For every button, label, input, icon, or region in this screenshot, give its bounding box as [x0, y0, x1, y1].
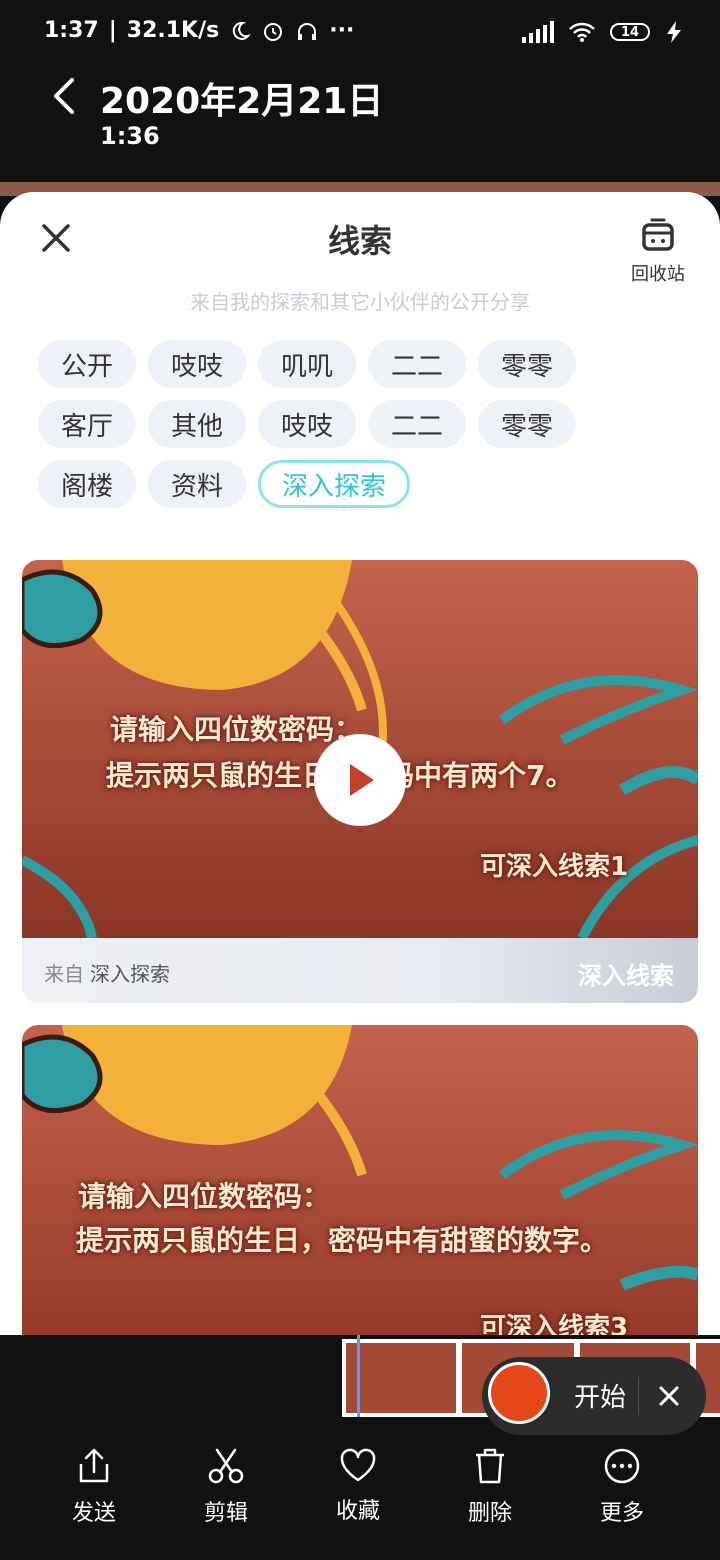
card-footer: 来自 深入探索 深入线索	[22, 938, 698, 1003]
close-icon[interactable]	[654, 1381, 684, 1411]
status-time: 1:37	[44, 18, 99, 43]
chip-filter-active[interactable]: 深入探索	[258, 460, 410, 508]
record-start-label[interactable]: 开始	[574, 1377, 626, 1414]
moon-icon	[233, 21, 252, 40]
edit-button[interactable]: 剪辑	[160, 1447, 292, 1527]
chip-filter[interactable]: 零零	[478, 340, 576, 388]
chip-filter[interactable]: 叽叽	[258, 340, 356, 388]
more-button[interactable]: 更多	[556, 1447, 688, 1527]
favorite-label: 收藏	[335, 1499, 380, 1524]
filter-chips: 公开 吱吱 叽叽 二二 零零 客厅 其他 吱吱 二二 零零 阁楼 资料 深入探索	[38, 340, 688, 520]
trash-icon	[476, 1448, 504, 1484]
clue-tag: 可深入线索3	[480, 1313, 629, 1335]
header: 2020年2月21日 1:36	[0, 66, 720, 182]
clue-text-line1: 请输入四位数密码：	[78, 1180, 331, 1213]
chip-filter[interactable]: 其他	[148, 400, 246, 448]
chip-filter[interactable]: 零零	[478, 400, 576, 448]
page-subtitle: 1:36	[100, 122, 160, 150]
delete-button[interactable]: 删除	[424, 1447, 556, 1527]
sheet-title: 线索	[327, 222, 392, 260]
record-button[interactable]	[488, 1362, 550, 1424]
wifi-icon	[569, 22, 595, 42]
chip-filter[interactable]: 吱吱	[148, 340, 246, 388]
send-label: 发送	[71, 1501, 116, 1526]
sheet-subtitle: 来自我的探索和其它小伙伴的公开分享	[190, 290, 530, 314]
recycle-bin-button[interactable]: 回收站	[628, 216, 688, 286]
play-icon	[350, 764, 374, 796]
bottom-toolbar-area: 开始 发送 剪辑 收藏 删除 更多	[0, 1335, 720, 1560]
headphones-icon	[298, 22, 317, 40]
chip-filter[interactable]: 吱吱	[258, 400, 356, 448]
clue-text-line2: 提示两只鼠的生日，密码中有甜蜜的数字。	[76, 1224, 609, 1257]
status-bar: 1:37 | 32.1K/s ··· 14	[0, 0, 720, 66]
chip-filter[interactable]: 阁楼	[38, 460, 136, 508]
clue-card[interactable]: 请输入四位数密码： 提示两只鼠的生日，密码中有甜蜜的数字。 可深入线索3	[22, 1025, 698, 1335]
signal-icon	[522, 21, 554, 43]
clue-source: 来自 深入探索	[44, 962, 170, 986]
recycle-bin-icon	[642, 218, 674, 251]
delete-label: 删除	[467, 1501, 512, 1526]
thumbnail[interactable]	[346, 1343, 456, 1413]
clue-card[interactable]: 请输入四位数密码： 提示两只鼠的生日，密码中有两个7。 可深入线索1 来自深入探…	[22, 560, 698, 1003]
chip-filter[interactable]: 二二	[368, 400, 466, 448]
more-icon	[604, 1448, 640, 1484]
toolbar: 发送 剪辑 收藏 删除 更多	[0, 1447, 720, 1527]
charging-icon	[667, 21, 681, 43]
screen-recorder: 开始	[482, 1357, 706, 1435]
play-button[interactable]	[314, 734, 406, 826]
timeline-marker[interactable]	[357, 1335, 360, 1417]
edit-label: 剪辑	[203, 1501, 248, 1526]
network-speed: 32.1K/s	[126, 18, 220, 43]
back-arrow-icon[interactable]	[46, 76, 86, 116]
more-label: 更多	[599, 1501, 644, 1526]
recycle-bin-label: 回收站	[631, 264, 685, 285]
more-status-icon: ···	[329, 18, 355, 43]
send-button[interactable]: 发送	[28, 1447, 160, 1527]
scissors-icon	[208, 1448, 244, 1484]
recorder-divider	[638, 1377, 639, 1415]
heart-icon	[340, 1448, 376, 1482]
chip-filter[interactable]: 客厅	[38, 400, 136, 448]
clue-tag: 可深入线索1	[480, 852, 629, 882]
battery-icon: 14	[610, 23, 650, 41]
chip-filter[interactable]: 公开	[38, 340, 136, 388]
deep-clue-link[interactable]: 深入线索	[578, 956, 674, 991]
favorite-button[interactable]: 收藏	[292, 1447, 424, 1527]
share-icon	[79, 1448, 109, 1483]
status-separator: |	[108, 18, 117, 43]
page-title: 2020年2月21日	[100, 81, 384, 122]
clue-text-line1: 请输入四位数密码：	[110, 713, 363, 746]
chip-filter[interactable]: 二二	[368, 340, 466, 388]
clues-sheet: 线索 回收站 来自我的探索和其它小伙伴的公开分享 公开 吱吱 叽叽 二二 零零 …	[0, 192, 720, 1335]
alarm-icon	[264, 22, 283, 41]
chip-filter[interactable]: 资料	[148, 460, 246, 508]
